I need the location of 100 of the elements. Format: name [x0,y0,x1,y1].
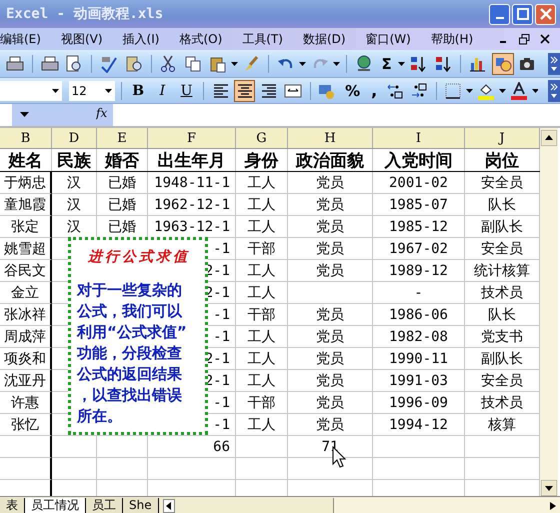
table-cell: 张冰祥 [0,304,52,326]
table-cell: 党员 [288,392,373,414]
menu-item[interactable]: 编辑(E) [0,30,53,48]
menu-item[interactable]: 工具(T) [242,30,295,48]
column-header[interactable]: E [97,128,148,148]
table-cell: 汉 [52,194,97,216]
header-cell: 入党时间 [373,149,465,171]
empty-cell [236,436,288,458]
close-icon [540,8,552,20]
table-cell: 党员 [288,238,373,260]
font-size-dropdown[interactable]: 12 [68,80,115,100]
sheet-tab[interactable]: She [123,498,159,513]
menu-item[interactable]: 窗口(W) [366,30,423,48]
window-title: Excel - 动画教程.xls [6,5,164,23]
table-cell: 党员 [288,326,373,348]
sum-button[interactable]: Σ [377,54,396,72]
caret-icon[interactable] [466,88,473,92]
font-color-icon[interactable] [508,80,530,102]
table-cell: 1948-11-1 [148,172,236,194]
column-header[interactable]: H [288,128,373,148]
table-cell: 工人 [236,260,288,282]
table-cell: 汉 [52,172,97,194]
table-cell: 金立 [0,282,52,304]
table-cell: 谷民文 [0,260,52,282]
table-cell: 1967-02 [373,238,465,260]
underline-button[interactable]: U [176,80,198,102]
table-cell: 张忆 [0,414,52,436]
table-cell: 项炎和 [0,348,52,370]
close-icon[interactable] [540,34,550,44]
sheet-tab[interactable]: 表 [0,498,25,513]
header-cell: 姓名 [0,149,52,171]
header-cell: 身份 [236,149,288,171]
header-cell: 政治面貌 [288,149,373,171]
table-cell: 党员 [288,260,373,282]
caret-icon [52,88,59,92]
align-center-icon[interactable] [234,80,256,102]
close-button[interactable] [535,4,556,24]
table-cell: 1989-12 [373,260,465,282]
table-cell: 工人 [236,194,288,216]
bold-button[interactable]: B [128,80,149,102]
table-cell: 1986-06 [373,304,465,326]
header-cell: 婚否 [97,149,148,171]
menu-item[interactable]: 帮助(H) [430,30,486,48]
table-cell: 党员 [288,216,373,238]
scroll-down-icon[interactable] [541,480,557,496]
caret-icon[interactable] [532,88,538,92]
empty-cell [52,458,97,480]
table-cell: 2001-02 [373,172,465,194]
column-header[interactable]: D [52,128,97,148]
drawing-icon[interactable] [492,52,514,74]
sheet-tab[interactable]: 员工 [86,498,123,513]
column-header[interactable]: B [0,128,52,148]
table-cell: 1982-08 [373,326,465,348]
table-cell: 已婚 [97,194,148,216]
table-cell: 66 [148,436,236,458]
minimize-button[interactable] [489,4,510,24]
table-cell: 工人 [236,414,288,436]
header-cell: 民族 [52,149,97,171]
caret-icon[interactable] [398,62,405,66]
table-cell: 工人 [236,282,288,304]
table-cell: 干部 [236,304,288,326]
caret-icon[interactable] [498,88,506,92]
table-cell: 工人 [236,172,288,194]
caret-icon[interactable] [299,62,306,66]
table-cell: 1985-12 [373,216,465,238]
toolbar-options-icon[interactable] [548,80,560,102]
comma-style-button[interactable]: , [367,81,382,100]
menu-item[interactable]: 格式(O) [179,30,234,48]
maximize-button[interactable] [512,4,533,24]
table-cell: 党员 [288,348,373,370]
restore-icon[interactable] [519,34,530,44]
column-header[interactable]: F [148,128,236,148]
menu-item[interactable]: 插入(I) [122,30,172,48]
toolbar-options-icon[interactable] [548,52,560,74]
scroll-up-icon[interactable] [541,130,557,146]
table-cell: 干部 [236,392,288,414]
empty-cell [97,436,148,458]
italic-button[interactable]: I [152,80,173,102]
caret-icon[interactable] [230,62,238,66]
vertical-scrollbar[interactable] [540,128,558,496]
column-header[interactable]: I [373,128,465,148]
table-cell: 工人 [236,348,288,370]
table-cell: 工人 [236,370,288,392]
maximize-icon [516,8,528,20]
caret-icon[interactable] [332,62,340,66]
header-cell: 出生年月 [148,149,236,171]
table-cell: 党员 [288,194,373,216]
menu-item[interactable]: 数据(D) [302,30,358,48]
empty-cell [236,458,288,480]
scroll-left-icon[interactable] [162,499,175,513]
column-header[interactable]: G [236,128,288,148]
empty-cell [97,458,148,480]
empty-cell [0,458,52,480]
empty-cell [52,436,97,458]
percent-button[interactable]: % [341,82,364,100]
insert-function-button[interactable]: fx [96,104,114,126]
sheet-tab[interactable]: 员工情况 [25,498,86,513]
menu-item[interactable]: 视图(V) [60,30,115,48]
horizontal-scrollbar[interactable] [333,498,560,513]
minimize-icon [496,17,504,19]
